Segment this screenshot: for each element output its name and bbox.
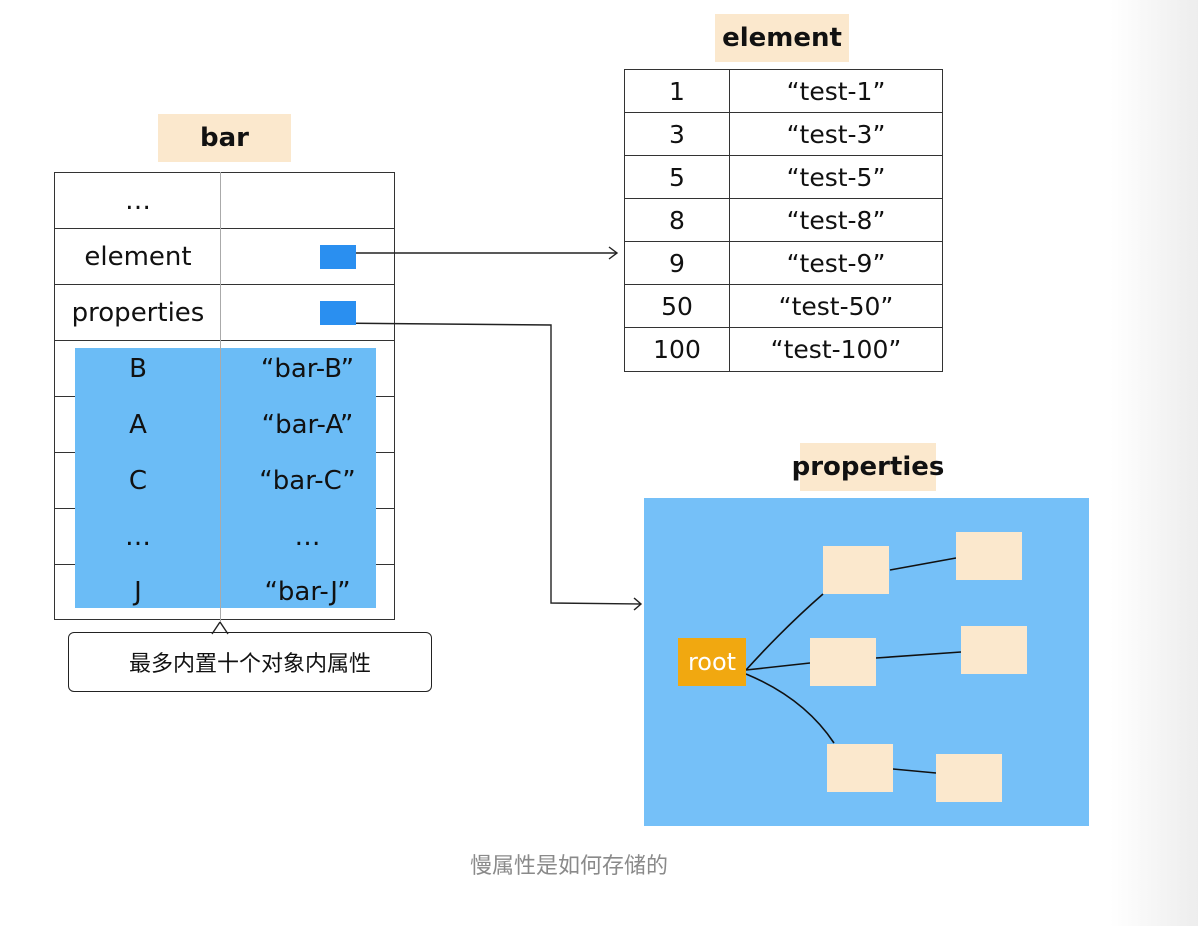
bar-object-table: … element properties B “bar-B” A “bar-A”… (54, 172, 395, 622)
bar-row-value: “bar-B” (260, 353, 355, 384)
bar-row-value: “bar-A” (261, 409, 354, 440)
bar-row-value (221, 173, 394, 228)
bar-row: B “bar-B” (54, 340, 395, 396)
bar-row-key: B (129, 353, 147, 384)
bar-row-key: … (125, 185, 151, 216)
bar-row-key: element (84, 241, 192, 272)
bar-row: element (54, 228, 395, 284)
bar-row: C “bar-C” (54, 452, 395, 508)
bar-row-key: A (129, 409, 147, 440)
bar-row-value: … (294, 521, 321, 552)
bar-row-key: … (125, 521, 151, 552)
element-pointer-box (319, 244, 356, 269)
bar-row: properties (54, 284, 395, 340)
bar-row: … (54, 172, 395, 228)
bar-row-value (221, 229, 394, 284)
bar-row-key: properties (71, 297, 205, 328)
bar-row-value: “bar-C” (259, 465, 356, 496)
bar-row-key: C (128, 465, 148, 496)
bar-row-value: “bar-J” (264, 577, 351, 607)
bar-row-key: J (134, 577, 142, 607)
bar-column-divider (220, 172, 221, 622)
figure-caption: 慢属性是如何存储的 (469, 854, 668, 879)
properties-pointer-box (319, 300, 356, 325)
bar-row: … … (54, 508, 395, 564)
bar-row: A “bar-A” (54, 396, 395, 452)
bar-row: J “bar-J” (54, 564, 395, 620)
bar-row-value (221, 285, 394, 340)
